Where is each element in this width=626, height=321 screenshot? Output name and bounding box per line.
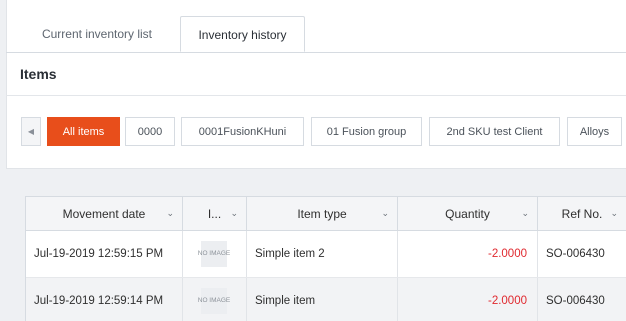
image-cell: NO IMAGE xyxy=(183,278,247,321)
item-type-cell: Simple item 2 xyxy=(247,231,398,277)
column-header-movement-date[interactable]: Movement date ⌄ xyxy=(26,197,183,231)
chevron-down-icon[interactable]: ⌄ xyxy=(381,208,389,219)
section-title: Items xyxy=(20,66,57,82)
quantity-cell: -2.0000 xyxy=(398,278,538,321)
image-cell: NO IMAGE xyxy=(183,231,247,277)
column-header-ref-no[interactable]: Ref No. ⌄ xyxy=(538,197,626,231)
chip-0001fusionkhuni[interactable]: 0001FusionKHuni xyxy=(181,117,304,146)
chevron-down-icon[interactable]: ⌄ xyxy=(610,208,618,219)
tab-current-inventory-list[interactable]: Current inventory list xyxy=(22,16,172,52)
chip-all-items[interactable]: All items xyxy=(47,117,120,146)
section-divider xyxy=(6,95,626,96)
ref-no-cell: SO-006430 xyxy=(538,278,626,321)
chip-0000[interactable]: 0000 xyxy=(125,117,175,146)
chip-2nd-sku-test-client[interactable]: 2nd SKU test Client xyxy=(429,117,560,146)
column-header-image[interactable]: I... ⌄ xyxy=(183,197,247,231)
movement-date-cell: Jul-19-2019 12:59:14 PM xyxy=(26,278,183,321)
chevron-down-icon[interactable]: ⌄ xyxy=(166,208,174,219)
chip-alloys[interactable]: Alloys xyxy=(567,117,622,146)
ref-no-cell: SO-006430 xyxy=(538,231,626,277)
column-header-label: Item type xyxy=(297,206,347,221)
table-row[interactable]: Jul-19-2019 12:59:14 PM NO IMAGE Simple … xyxy=(26,278,626,321)
movement-date-cell: Jul-19-2019 12:59:15 PM xyxy=(26,231,183,277)
chip-01-fusion-group[interactable]: 01 Fusion group xyxy=(311,117,422,146)
quantity-cell: -2.0000 xyxy=(398,231,538,277)
caret-left-icon: ◀ xyxy=(27,127,35,136)
no-image-placeholder: NO IMAGE xyxy=(198,288,230,314)
chevron-down-icon[interactable]: ⌄ xyxy=(230,208,238,219)
inventory-history-table: Movement date ⌄ I... ⌄ Item type ⌄ Quant… xyxy=(25,196,626,321)
column-header-label: Ref No. xyxy=(561,206,603,221)
column-header-label: Quantity xyxy=(445,206,490,221)
tab-divider xyxy=(6,52,626,53)
no-image-placeholder: NO IMAGE xyxy=(198,241,230,267)
tab-inventory-history[interactable]: Inventory history xyxy=(180,16,305,52)
column-header-quantity[interactable]: Quantity ⌄ xyxy=(398,197,538,231)
item-type-cell: Simple item xyxy=(247,278,398,321)
column-header-label: I... xyxy=(207,206,222,221)
column-header-item-type[interactable]: Item type ⌄ xyxy=(247,197,398,231)
column-header-label: Movement date xyxy=(62,206,146,221)
chip-scroll-left-button[interactable]: ◀ xyxy=(21,117,41,146)
chevron-down-icon[interactable]: ⌄ xyxy=(521,208,529,219)
table-row[interactable]: Jul-19-2019 12:59:15 PM NO IMAGE Simple … xyxy=(26,231,626,278)
